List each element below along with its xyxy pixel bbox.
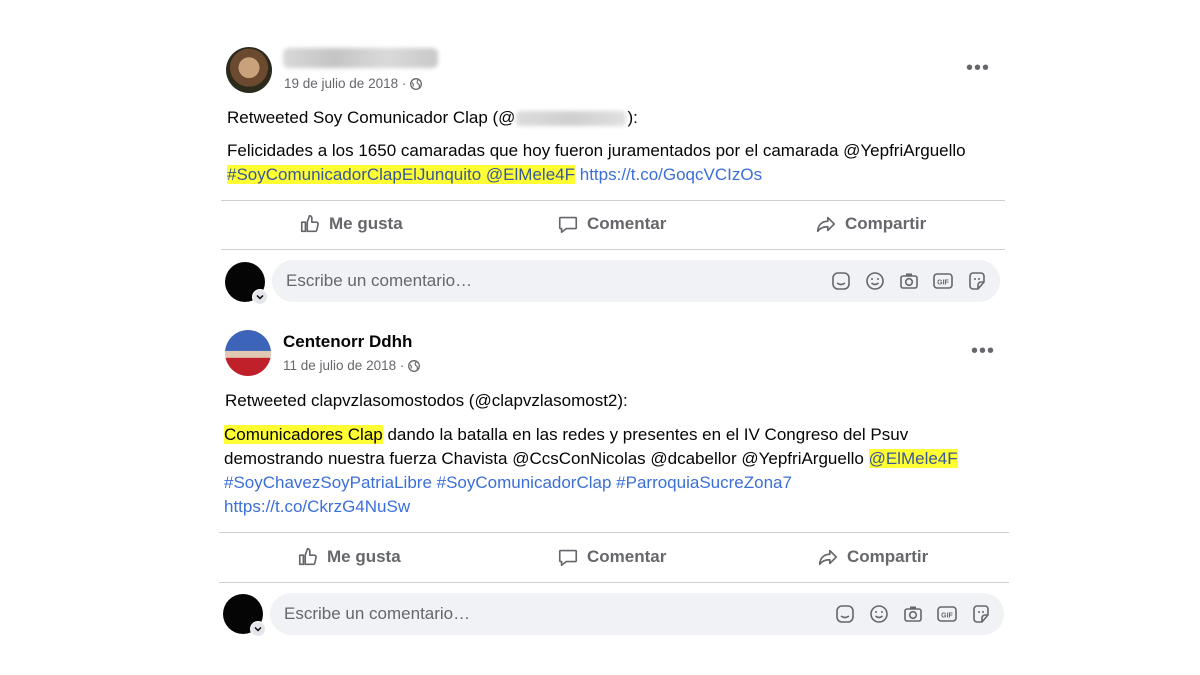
comment-icon — [558, 216, 578, 234]
share-label: Compartir — [847, 547, 929, 566]
gif-icon[interactable]: GIF — [936, 603, 958, 625]
highlighted-phrase: Comunicadores Clap — [224, 425, 383, 444]
blurred-handle — [516, 111, 627, 127]
globe-icon — [410, 77, 423, 90]
chevron-down-icon[interactable] — [250, 621, 266, 637]
comment-tools: GIF — [834, 603, 992, 625]
post-body: Felicidades a los 1650 camaradas que hoy… — [227, 141, 966, 184]
divider — [219, 582, 1009, 583]
author-avatar[interactable] — [226, 47, 272, 93]
post-date-text[interactable]: 11 de julio de 2018 · — [283, 358, 404, 373]
post-link[interactable]: https://t.co/CkrzG4NuSw — [224, 497, 410, 516]
post-link[interactable]: https://t.co/GoqcVCIzOs — [580, 165, 762, 184]
comment-input[interactable]: Escribe un comentario… GIF — [270, 593, 1004, 635]
retweet-line: Retweeted Soy Comunicador Clap (@): — [227, 108, 638, 127]
comment-icon — [558, 549, 578, 567]
comment-button[interactable]: Comentar — [557, 546, 666, 568]
share-icon — [816, 216, 836, 233]
comment-tools: GIF — [830, 270, 988, 292]
comment-input[interactable]: Escribe un comentario… GIF — [272, 260, 1000, 302]
share-button[interactable]: Compartir — [817, 546, 928, 568]
author-avatar[interactable] — [225, 330, 271, 376]
svg-text:GIF: GIF — [941, 613, 953, 620]
emoji-icon[interactable] — [864, 270, 886, 292]
post-date: 19 de julio de 2018 · — [284, 76, 423, 91]
more-options-icon[interactable]: ••• — [966, 58, 990, 78]
camera-icon[interactable] — [902, 603, 924, 625]
author-name-blurred[interactable] — [283, 48, 438, 68]
divider — [221, 200, 1005, 201]
share-button[interactable]: Compartir — [815, 213, 926, 235]
author-name[interactable]: Centenorr Ddhh — [283, 332, 412, 352]
more-options-icon[interactable]: ••• — [971, 341, 995, 361]
sticker-icon[interactable] — [834, 603, 856, 625]
globe-icon — [408, 359, 421, 372]
svg-text:GIF: GIF — [937, 280, 949, 287]
camera-icon[interactable] — [898, 270, 920, 292]
like-button[interactable]: Me gusta — [299, 213, 403, 235]
comment-placeholder: Escribe un comentario… — [286, 271, 473, 290]
like-button[interactable]: Me gusta — [297, 546, 401, 568]
sticker-face-icon[interactable] — [970, 603, 992, 625]
comment-label: Comentar — [587, 214, 667, 233]
highlighted-hashtag-mention[interactable]: #SoyComunicadorClapElJunquito @ElMele4F — [227, 165, 575, 184]
like-icon — [298, 547, 317, 566]
share-icon — [818, 549, 838, 566]
commenter-avatar[interactable] — [225, 262, 268, 305]
sticker-icon[interactable] — [830, 270, 852, 292]
like-label: Me gusta — [327, 547, 401, 566]
gif-icon[interactable]: GIF — [932, 270, 954, 292]
divider — [219, 532, 1009, 533]
like-icon — [300, 214, 319, 233]
comment-label: Comentar — [587, 547, 667, 566]
sticker-face-icon[interactable] — [966, 270, 988, 292]
like-label: Me gusta — [329, 214, 403, 233]
share-label: Compartir — [845, 214, 927, 233]
hashtags[interactable]: #SoyChavezSoyPatriaLibre #SoyComunicador… — [224, 473, 792, 492]
retweet-line: Retweeted clapvzlasomostodos (@clapvzlas… — [225, 391, 628, 410]
comment-button[interactable]: Comentar — [557, 213, 666, 235]
post-date: 11 de julio de 2018 · — [283, 358, 421, 373]
divider — [221, 249, 1005, 250]
comment-placeholder: Escribe un comentario… — [284, 604, 471, 623]
post-date-text[interactable]: 19 de julio de 2018 · — [284, 76, 406, 91]
post-body: Comunicadores Clap dando la batalla en l… — [224, 425, 958, 516]
commenter-avatar[interactable] — [223, 594, 266, 637]
chevron-down-icon[interactable] — [252, 289, 268, 305]
emoji-icon[interactable] — [868, 603, 890, 625]
highlighted-mention[interactable]: @ElMele4F — [868, 449, 958, 468]
